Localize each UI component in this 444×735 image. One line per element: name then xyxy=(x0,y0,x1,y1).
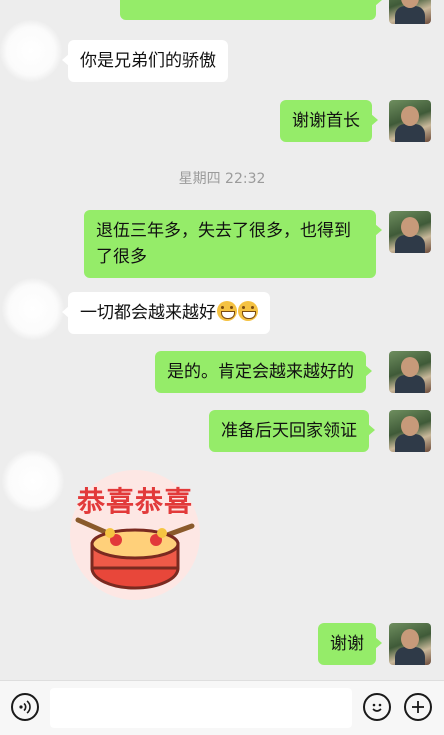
message-bubble-incoming[interactable]: 你是兄弟们的骄傲 xyxy=(62,40,228,82)
message-bubble-outgoing[interactable] xyxy=(120,0,382,20)
message-bubble-outgoing[interactable]: 是的。肯定会越来越好的 xyxy=(155,351,372,393)
contact-avatar[interactable] xyxy=(0,20,62,82)
plus-icon[interactable] xyxy=(404,693,432,721)
grin-emoji-icon xyxy=(217,301,237,321)
my-avatar[interactable] xyxy=(389,623,431,665)
message-bubble-outgoing[interactable]: 谢谢 xyxy=(318,623,382,665)
my-avatar[interactable] xyxy=(389,100,431,142)
timestamp: 星期四 22:32 xyxy=(178,171,266,187)
contact-avatar[interactable] xyxy=(2,450,64,512)
message-bubble-incoming[interactable]: 一切都会越来越好 xyxy=(62,292,270,334)
drum-icon xyxy=(75,517,195,590)
message-bubble-outgoing[interactable]: 准备后天回家领证 xyxy=(209,410,375,452)
message-text: 是的。肯定会越来越好的 xyxy=(167,362,354,382)
message-text: 退伍三年多，失去了很多，也得到了很多 xyxy=(96,221,351,267)
congratulations-sticker[interactable]: 恭喜恭喜 xyxy=(70,470,200,600)
message-text: 谢谢首长 xyxy=(292,111,360,131)
message-text: 你是兄弟们的骄傲 xyxy=(80,51,216,71)
input-bar xyxy=(0,680,444,735)
voice-waves xyxy=(19,700,31,714)
grin-emoji-icon xyxy=(238,301,258,321)
message-input[interactable] xyxy=(50,688,352,728)
contact-avatar[interactable] xyxy=(2,278,64,340)
my-avatar[interactable] xyxy=(389,351,431,393)
voice-icon[interactable] xyxy=(11,693,39,721)
chat-area[interactable]: 你是兄弟们的骄傲 谢谢首长 星期四 22:32 退伍三年多，失去了很多，也得到了… xyxy=(0,0,444,680)
message-bubble-outgoing[interactable]: 退伍三年多，失去了很多，也得到了很多 xyxy=(84,210,382,278)
smile-face xyxy=(372,703,382,712)
message-text: 一切都会越来越好 xyxy=(80,303,216,323)
my-avatar[interactable] xyxy=(389,0,431,24)
plus-glyph xyxy=(412,701,424,713)
message-bubble-outgoing[interactable]: 谢谢首长 xyxy=(280,100,378,142)
my-avatar[interactable] xyxy=(389,410,431,452)
emoji-icon[interactable] xyxy=(363,693,391,721)
my-avatar[interactable] xyxy=(389,211,431,253)
message-text: 准备后天回家领证 xyxy=(221,421,357,441)
message-text: 谢谢 xyxy=(330,634,364,654)
